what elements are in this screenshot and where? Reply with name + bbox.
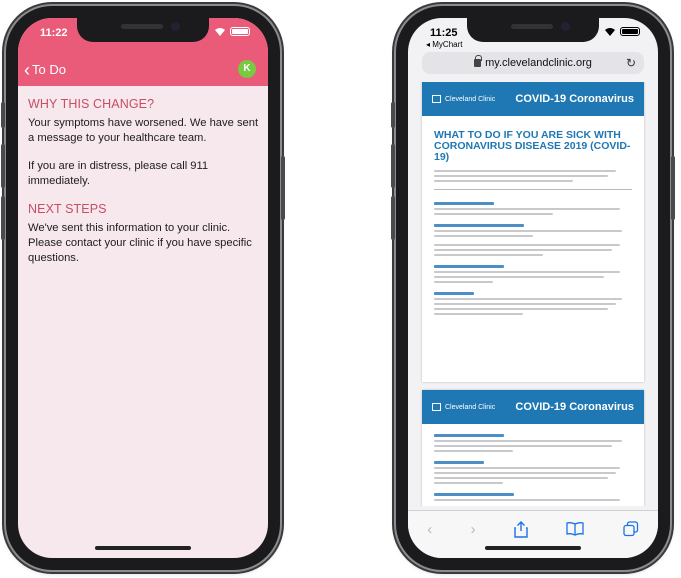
text-line	[434, 170, 617, 172]
back-to-app-link[interactable]: ◂ MyChart	[426, 40, 462, 49]
divider	[434, 189, 632, 190]
text-line	[434, 472, 617, 474]
back-label: To Do	[32, 62, 66, 77]
pdf-page-1: Cleveland Clinic COVID-19 Coronavirus WH…	[422, 82, 644, 382]
power-button	[671, 156, 675, 220]
status-time: 11:25	[430, 27, 458, 39]
text-line	[434, 477, 609, 479]
back-app-label: MyChart	[432, 40, 463, 49]
safari-toolbar: ‹ ›	[408, 510, 658, 558]
text-line	[434, 175, 609, 177]
paragraph-distress: If you are in distress, please call 911 …	[28, 160, 209, 187]
subheading-line	[434, 493, 514, 496]
mute-switch	[1, 102, 5, 128]
bookmarks-icon[interactable]	[566, 521, 585, 536]
notch	[467, 18, 599, 42]
lock-icon	[474, 55, 483, 67]
reload-icon[interactable]: ↻	[626, 56, 636, 70]
battery-icon	[620, 27, 640, 36]
subheading-line	[434, 434, 504, 437]
text-line	[434, 482, 504, 484]
subheading-line	[434, 224, 524, 227]
battery-icon	[230, 27, 250, 36]
pdf-page-2: Cleveland Clinic COVID-19 Coronavirus	[422, 390, 644, 506]
subheading-line	[434, 265, 504, 268]
document-banner: Cleveland Clinic COVID-19 Coronavirus	[422, 82, 644, 116]
text-line	[434, 440, 623, 442]
text-line	[434, 230, 623, 232]
address-bar[interactable]: my.clevelandclinic.org ↻	[422, 52, 644, 74]
tabs-icon[interactable]	[623, 521, 639, 537]
document-banner: Cleveland Clinic COVID-19 Coronavirus	[422, 390, 644, 424]
volume-up-button	[391, 144, 395, 188]
document-title: WHAT TO DO IF YOU ARE SICK WITH CORONAVI…	[434, 129, 631, 163]
text-line	[434, 313, 524, 315]
section-heading-next: NEXT STEPS	[28, 202, 107, 216]
brand-name: Cleveland Clinic	[445, 95, 496, 103]
text-line	[434, 445, 613, 447]
wifi-icon	[215, 28, 225, 36]
subheading-line	[434, 202, 494, 205]
brand-logo: Cleveland Clinic	[432, 95, 495, 103]
text-line	[434, 254, 543, 256]
subheading-line	[434, 461, 484, 464]
pdf-viewer[interactable]: Cleveland Clinic COVID-19 Coronavirus WH…	[418, 82, 648, 506]
text-line	[434, 276, 605, 278]
left-screen: 11:22 ‹ To Do K WHY THIS CHANGE? Your sy…	[18, 18, 268, 558]
section-heading-why: WHY THIS CHANGE?	[28, 97, 155, 111]
text-line	[434, 499, 621, 501]
text-line	[434, 235, 533, 237]
brand-logo: Cleveland Clinic	[432, 403, 495, 411]
chevron-left-icon: ‹	[24, 59, 30, 80]
text-line	[434, 249, 613, 251]
status-time: 11:22	[40, 27, 68, 39]
text-line	[434, 467, 621, 469]
wifi-icon	[605, 28, 615, 36]
mute-switch	[391, 102, 395, 128]
text-line	[434, 208, 621, 210]
home-indicator[interactable]	[95, 546, 191, 550]
text-line	[434, 213, 553, 215]
right-phone: 11:25 ◂ MyChart my.clevelandclinic.org ↻…	[391, 6, 675, 570]
banner-title: COVID-19 Coronavirus	[515, 401, 634, 413]
paragraph-symptoms: Your symptoms have worsened. We have sen…	[28, 117, 259, 144]
share-icon[interactable]	[514, 521, 528, 538]
text-line	[434, 244, 621, 246]
volume-down-button	[1, 196, 5, 240]
text-line	[434, 450, 514, 452]
text-line	[434, 180, 573, 182]
back-button[interactable]: ‹ To Do	[24, 59, 66, 80]
paragraph-next-steps: We've sent this information to your clin…	[28, 222, 252, 264]
text-line	[434, 298, 623, 300]
power-button	[281, 156, 285, 220]
nav-bar: ‹ To Do K	[18, 60, 268, 82]
home-indicator[interactable]	[485, 546, 581, 550]
text-line	[434, 308, 609, 310]
text-line	[434, 303, 617, 305]
url-text: my.clevelandclinic.org	[485, 57, 592, 69]
avatar[interactable]: K	[238, 60, 256, 78]
volume-down-button	[391, 196, 395, 240]
text-line	[434, 271, 621, 273]
left-phone: 11:22 ‹ To Do K WHY THIS CHANGE? Your sy…	[1, 6, 285, 570]
message-content: WHY THIS CHANGE? Your symptoms have wors…	[28, 97, 260, 279]
subheading-line	[434, 292, 474, 295]
brand-name: Cleveland Clinic	[445, 403, 496, 411]
text-line	[434, 281, 494, 283]
back-arrow-icon[interactable]: ‹	[427, 521, 432, 538]
right-screen: 11:25 ◂ MyChart my.clevelandclinic.org ↻…	[408, 18, 658, 558]
notch	[77, 18, 209, 42]
volume-up-button	[1, 144, 5, 188]
forward-arrow-icon[interactable]: ›	[471, 521, 476, 538]
banner-title: COVID-19 Coronavirus	[515, 93, 634, 105]
